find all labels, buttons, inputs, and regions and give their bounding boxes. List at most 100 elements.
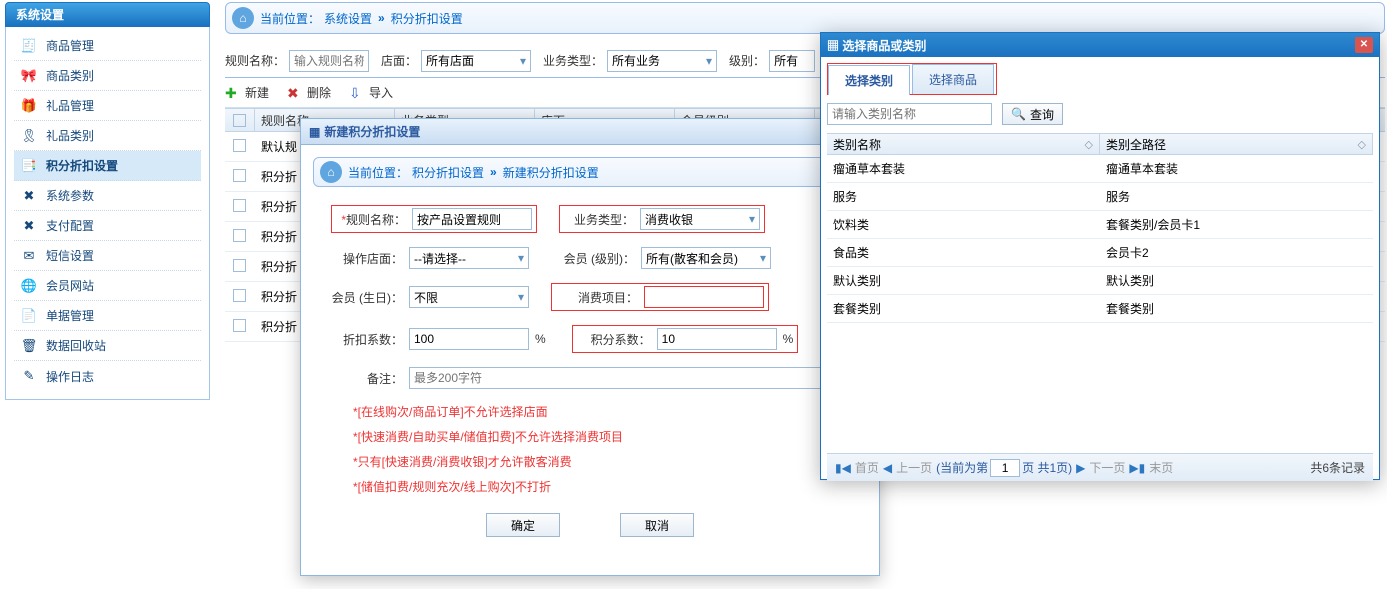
delete-button[interactable]: ✖删除 (287, 84, 331, 101)
pager-prev[interactable]: 上一页 (896, 459, 932, 476)
breadcrumb-part-1[interactable]: 系统设置 (324, 10, 372, 27)
sidebar-item-label: 短信设置 (46, 247, 94, 264)
pager-prev-icon[interactable]: ◀ (883, 461, 892, 475)
table-row[interactable]: 食品类会员卡2 (827, 239, 1373, 267)
pager-first[interactable]: 首页 (855, 459, 879, 476)
field-birthday-label: 会员 (生日)： (331, 289, 403, 306)
grid-header: 类别名称◇ 类别全路径◇ (827, 133, 1373, 155)
pager-last-icon[interactable]: ▶▮ (1129, 461, 1145, 475)
sidebar-item-sys-params[interactable]: ✖系统参数 (14, 181, 201, 211)
pager-last[interactable]: 末页 (1149, 459, 1173, 476)
checkbox-icon[interactable] (233, 319, 246, 332)
member-level-select[interactable]: 所有(散客和会员)▾ (641, 247, 771, 269)
sidebar-item-logs[interactable]: ✎操作日志 (14, 361, 201, 391)
chevron-down-icon: ▾ (760, 251, 766, 265)
home-icon[interactable]: ⌂ (232, 7, 254, 29)
sidebar-body: 🧾商品管理 🎀商品类别 🎁礼品管理 🎗礼品类别 📑积分折扣设置 ✖系统参数 ✖ 支… (5, 27, 210, 400)
sidebar-item-payment[interactable]: ✖ 支付配置 (14, 211, 201, 241)
sidebar-item-label: 支付配置 (46, 217, 94, 234)
checkbox-icon[interactable] (233, 199, 246, 212)
sidebar-item-product-mgmt[interactable]: 🧾商品管理 (14, 31, 201, 61)
note-text: *[储值扣费/规则充次/线上购次]不打折 (353, 478, 827, 495)
checkbox-icon[interactable] (233, 169, 246, 182)
filter-level-select[interactable]: 所有 (769, 50, 815, 72)
field-biz-label: 业务类型： (562, 211, 634, 228)
tab-bar: 选择类别 选择商品 (827, 63, 997, 95)
sidebar-item-points-discount[interactable]: 📑积分折扣设置 (14, 151, 201, 181)
breadcrumb-part-2[interactable]: 新建积分折扣设置 (503, 164, 599, 181)
modal-titlebar[interactable]: ▦ 选择商品或类别 ✕ (821, 33, 1379, 57)
note-text: *只有[快速消费/消费收银]才允许散客消费 (353, 453, 827, 470)
chevron-right-icon: » (378, 11, 385, 25)
modal-body: ⌂ 当前位置： 积分折扣设置 » 新建积分折扣设置 *规则名称： 业务类型： 消… (301, 145, 879, 549)
sidebar-item-gift-mgmt[interactable]: 🎁礼品管理 (14, 91, 201, 121)
sidebar-item-member-site[interactable]: 🌐会员网站 (14, 271, 201, 301)
home-icon[interactable]: ⌂ (320, 161, 342, 183)
cancel-button[interactable]: 取消 (620, 513, 694, 537)
cell-path: 套餐类别/会员卡1 (1100, 216, 1373, 233)
breadcrumb-part-1[interactable]: 积分折扣设置 (412, 164, 484, 181)
breadcrumb-part-2[interactable]: 积分折扣设置 (391, 10, 463, 27)
birthday-select[interactable]: 不限▾ (409, 286, 529, 308)
field-member-level-label: 会员 (级别)： (551, 250, 635, 267)
sidebar-item-label: 数据回收站 (46, 337, 106, 354)
tab-product[interactable]: 选择商品 (912, 64, 994, 94)
import-icon: ⇩ (349, 85, 365, 101)
checkbox-icon[interactable] (233, 139, 246, 152)
cell-name: 套餐类别 (827, 300, 1100, 317)
new-button[interactable]: ✚新建 (225, 84, 269, 101)
search-button[interactable]: 🔍查询 (1002, 103, 1063, 125)
chevron-down-icon: ▾ (706, 54, 712, 68)
pager-first-icon[interactable]: ▮◀ (835, 461, 851, 475)
trash-icon: 🗑 (20, 337, 38, 355)
sidebar-item-product-cat[interactable]: 🎀商品类别 (14, 61, 201, 91)
plus-icon: ✚ (225, 85, 241, 101)
remark-input[interactable] (409, 367, 849, 389)
filter-store-select[interactable]: 所有店面▾ (421, 50, 531, 72)
select-value: 所有店面 (426, 52, 474, 69)
sidebar: 系统设置 🧾商品管理 🎀商品类别 🎁礼品管理 🎗礼品类别 📑积分折扣设置 ✖系统… (5, 2, 210, 400)
col-category-name[interactable]: 类别名称◇ (827, 134, 1100, 154)
modal-buttons: 确定 取消 (313, 513, 867, 537)
filter-biz-select[interactable]: 所有业务▾ (607, 50, 717, 72)
points-input[interactable] (657, 328, 777, 350)
biz-type-select[interactable]: 消费收银▾ (640, 208, 760, 230)
category-search-input[interactable] (827, 103, 992, 125)
table-row[interactable]: 套餐类别套餐类别 (827, 295, 1373, 323)
modal-title: 选择商品或类别 (842, 39, 926, 53)
col-checkbox[interactable] (225, 109, 255, 131)
consume-item-input[interactable] (644, 286, 764, 308)
sidebar-item-receipts[interactable]: 📄单据管理 (14, 301, 201, 331)
import-button[interactable]: ⇩导入 (349, 84, 393, 101)
checkbox-icon[interactable] (233, 289, 246, 302)
sidebar-item-sms[interactable]: ✉短信设置 (14, 241, 201, 271)
table-row[interactable]: 默认类别默认类别 (827, 267, 1373, 295)
close-button[interactable]: ✕ (1355, 37, 1373, 53)
sidebar-item-recycle[interactable]: 🗑 数据回收站 (14, 331, 201, 361)
checkbox-icon[interactable] (233, 259, 246, 272)
modal-titlebar[interactable]: ▦ 新建积分折扣设置 (301, 119, 879, 145)
ribbon-icon: 🎀 (20, 67, 38, 85)
tools-icon: ✖ (20, 217, 38, 235)
col-category-path[interactable]: 类别全路径◇ (1100, 134, 1373, 154)
select-value: --请选择-- (414, 250, 466, 267)
search-row: 🔍查询 (827, 103, 1373, 125)
table-row[interactable]: 服务服务 (827, 183, 1373, 211)
pager-next[interactable]: 下一页 (1089, 459, 1125, 476)
sidebar-item-label: 会员网站 (46, 277, 94, 294)
pager-page-input[interactable] (990, 459, 1020, 477)
tab-category[interactable]: 选择类别 (828, 65, 910, 95)
window-icon: ▦ (827, 39, 839, 53)
pager-next-icon[interactable]: ▶ (1076, 461, 1085, 475)
discount-input[interactable] (409, 328, 529, 350)
sidebar-item-gift-cat[interactable]: 🎗礼品类别 (14, 121, 201, 151)
rule-name-input[interactable] (412, 208, 532, 230)
store-select[interactable]: --请选择--▾ (409, 247, 529, 269)
table-row[interactable]: 瘤通草本套装瘤通草本套装 (827, 155, 1373, 183)
checkbox-icon[interactable] (233, 229, 246, 242)
col-label: 类别名称 (833, 136, 881, 153)
ok-button[interactable]: 确定 (486, 513, 560, 537)
table-row[interactable]: 饮料类套餐类别/会员卡1 (827, 211, 1373, 239)
filter-rule-input[interactable] (289, 50, 369, 72)
field-rule-label: *规则名称： (334, 211, 406, 228)
